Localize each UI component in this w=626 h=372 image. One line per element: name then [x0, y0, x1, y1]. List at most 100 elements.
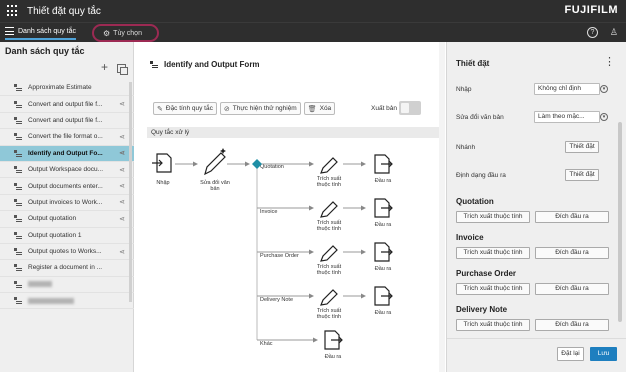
rule-icon: [14, 116, 22, 124]
save-button[interactable]: Lưu: [590, 347, 617, 361]
edit-node-label-1: Sửa đổi văn: [200, 179, 230, 186]
form-title-text: Identify and Output Form: [164, 60, 260, 69]
rule-list-item[interactable]: [0, 293, 134, 310]
output-destination-button[interactable]: Đích đầu ra: [535, 247, 609, 259]
app-grid-icon[interactable]: [7, 5, 19, 17]
output-node[interactable]: Đầu ra: [374, 242, 393, 272]
rule-list-item[interactable]: Output quotation 1: [0, 228, 134, 244]
editor-scrollbar[interactable]: [439, 42, 445, 372]
extract-label-2: thuộc tính: [317, 182, 341, 188]
rule-list-item[interactable]: Output quotes to Works... ⋖: [0, 244, 134, 261]
input-select-chevron-icon[interactable]: ▾: [600, 85, 608, 93]
redacted-rule-name: [28, 297, 74, 304]
pen-icon: [320, 157, 338, 174]
rule-list-item[interactable]: Convert and output file f... ⋖: [0, 96, 134, 113]
extract-attributes-button[interactable]: Trích xuất thuộc tính: [456, 319, 530, 331]
rule-list-scrollbar[interactable]: [129, 82, 132, 302]
input-select[interactable]: Không chỉ định: [534, 83, 600, 95]
add-icon[interactable]: +: [101, 60, 108, 74]
output-label: Đầu ra: [375, 178, 392, 184]
share-icon: ⋖: [119, 199, 125, 207]
extract-attributes-node[interactable]: Trích xuấtthuộc tính: [317, 245, 342, 276]
edit-select[interactable]: Làm theo mặc...: [534, 111, 600, 123]
process-flow-diagram: QuotationTrích xuấtthuộc tínhĐầu raInvoi…: [152, 148, 393, 360]
output-node[interactable]: Đầu ra: [374, 154, 393, 184]
tab-rule-list[interactable]: Danh sách quy tắc: [5, 27, 76, 40]
brand-logo: FUJIFILM: [564, 4, 618, 16]
output-label: Đầu ra: [375, 310, 392, 316]
rule-list-item[interactable]: Output Workspace docu... ⋖: [0, 162, 134, 179]
rule-list-item-label: Output quotes to Works...: [28, 248, 102, 256]
extract-attributes-node[interactable]: Trích xuấtthuộc tính: [317, 157, 342, 188]
output-destination-button[interactable]: Đích đầu ra: [535, 211, 609, 223]
rule-list-item[interactable]: Convert the file format o... ⋖: [0, 129, 134, 146]
output-format-settings-button[interactable]: Thiết đặt: [565, 169, 599, 181]
more-options-icon[interactable]: ⋮: [604, 55, 615, 68]
rule-list-item[interactable]: Output invoices to Work... ⋖: [0, 195, 134, 212]
rule-list-panel: Danh sách quy tắc + Approximate Estimate…: [0, 42, 134, 372]
redacted-rule-name: [28, 281, 52, 288]
delete-button[interactable]: 🗑 Xóa: [303, 102, 336, 115]
rule-properties-button[interactable]: ✎ Đặc tính quy tắc: [153, 102, 217, 115]
rule-list-item[interactable]: Output quotation ⋖: [0, 211, 134, 228]
extract-attributes-button[interactable]: Trích xuất thuộc tính: [456, 211, 530, 223]
rule-list-item-label: Output quotation 1: [28, 231, 82, 239]
output-destination-button[interactable]: Đích đầu ra: [535, 319, 609, 331]
rule-icon: [14, 198, 22, 206]
rule-icon: [14, 100, 22, 108]
copy-icon[interactable]: [117, 64, 128, 75]
rule-list-item-label: Convert and output file f...: [28, 116, 103, 124]
rule-list-header: Danh sách quy tắc +: [0, 42, 133, 80]
rule-list-item[interactable]: Identify and Output Fo... ⋖: [0, 145, 134, 162]
output-node[interactable]: Đầu ra: [324, 330, 343, 360]
settings-section-title: Purchase Order: [456, 269, 517, 278]
branch-label: Purchase Order: [260, 253, 299, 259]
extract-attributes-button[interactable]: Trích xuất thuộc tính: [456, 283, 530, 295]
settings-scrollbar[interactable]: [618, 122, 622, 322]
test-run-label: Thực hiện thử nghiệm: [232, 105, 297, 112]
rule-list-item-label: Output documents enter...: [28, 182, 103, 190]
app-title: Thiết đặt quy tắc: [27, 5, 101, 17]
rule-icon: [14, 297, 22, 304]
rule-list-item-label: Output Workspace docu...: [28, 166, 104, 174]
branch-row: Khác Đầu ra: [257, 330, 343, 360]
extract-attributes-node[interactable]: Trích xuấtthuộc tính: [317, 201, 342, 232]
rule-list-item[interactable]: [0, 277, 134, 294]
rule-list: Approximate Estimate Convert and output f…: [0, 80, 134, 310]
input-node[interactable]: Nhập: [152, 153, 172, 186]
rule-list-item[interactable]: Register a document in ...: [0, 260, 134, 277]
edit-document-node[interactable]: Sửa đổi văn bản: [200, 148, 230, 192]
share-icon: ⋖: [119, 166, 125, 174]
extract-attributes-button[interactable]: Trích xuất thuộc tính: [456, 247, 530, 259]
tab-options[interactable]: ⚙ Tùy chọn: [92, 24, 159, 42]
help-icon[interactable]: ?: [587, 27, 598, 38]
tab-bar: Danh sách quy tắc ⚙ Tùy chọn ? ♙: [0, 22, 626, 42]
settings-footer: Đặt lại Lưu: [447, 338, 626, 372]
rule-list-item[interactable]: Approximate Estimate: [0, 80, 134, 97]
branch-setting-label: Nhánh: [456, 144, 476, 151]
output-node[interactable]: Đầu ra: [374, 198, 393, 228]
form-title: Identify and Output Form: [150, 60, 260, 69]
branch-row: Purchase Order Trích xuấtthuộc tính Đầu ra: [257, 242, 393, 276]
user-icon[interactable]: ♙: [610, 27, 618, 38]
rule-icon: [14, 133, 22, 140]
export-toggle[interactable]: [399, 101, 421, 115]
test-run-button[interactable]: ⊘ Thực hiện thử nghiệm: [219, 102, 301, 115]
reset-button[interactable]: Đặt lại: [557, 347, 584, 361]
edit-select-chevron-icon[interactable]: ▾: [600, 113, 608, 121]
rule-icon: [150, 60, 159, 69]
edit-node-label-2: bản: [210, 186, 219, 192]
rule-list-item-label: Convert the file format o...: [28, 133, 103, 141]
settings-section-title: Invoice: [456, 233, 484, 242]
share-icon: ⋖: [119, 150, 125, 158]
rule-list-item-label: Approximate Estimate: [28, 84, 92, 92]
rule-list-item[interactable]: Output documents enter... ⋖: [0, 178, 134, 195]
rule-list-item[interactable]: Convert and output file f...: [0, 113, 134, 130]
output-node[interactable]: Đầu ra: [374, 286, 393, 316]
branch-settings-button[interactable]: Thiết đặt: [565, 141, 599, 153]
input-setting-label: Nhập: [456, 86, 472, 93]
extract-attributes-node[interactable]: Trích xuấtthuộc tính: [317, 289, 342, 320]
branch-label: Quotation: [260, 164, 284, 170]
output-destination-button[interactable]: Đích đầu ra: [535, 283, 609, 295]
input-node-label: Nhập: [156, 180, 169, 186]
